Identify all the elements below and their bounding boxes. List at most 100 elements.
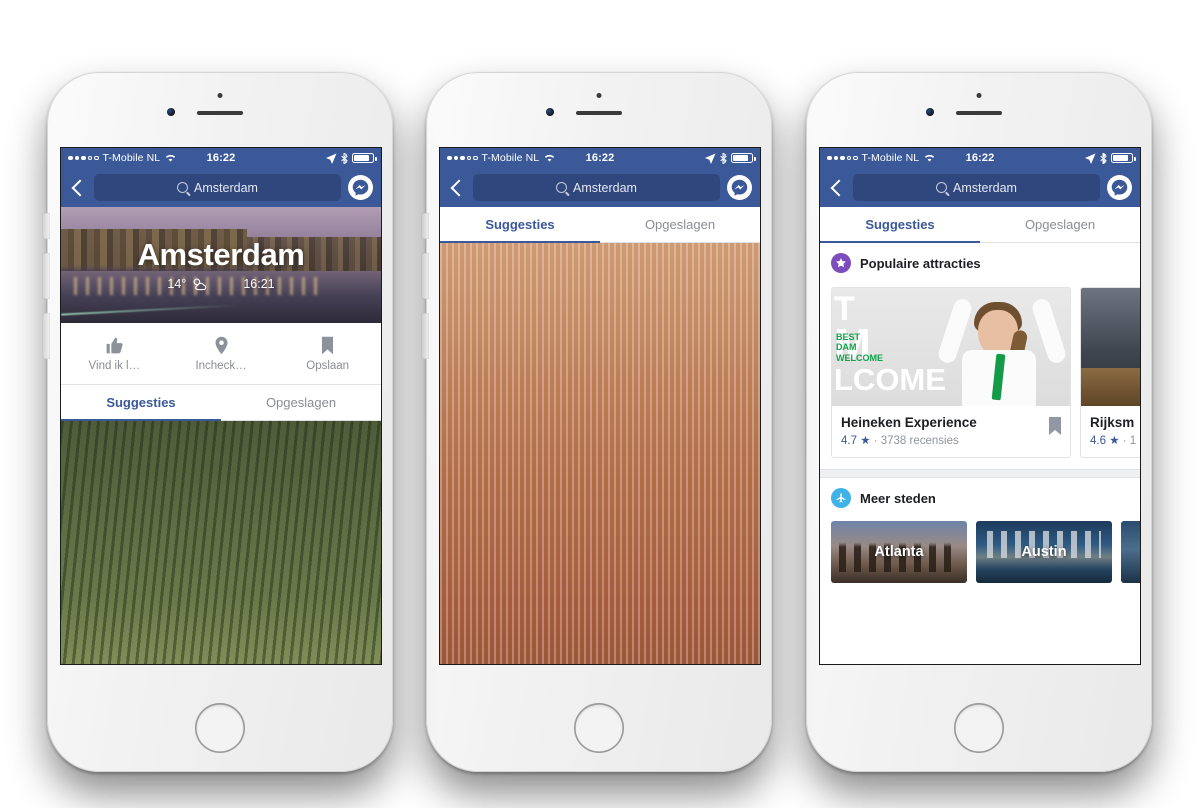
tab-opgeslagen[interactable]: Opgeslagen [221,385,381,420]
back-chevron-icon[interactable] [448,179,466,197]
status-bar-left: T-Mobile NL [447,152,556,164]
messenger-button[interactable] [348,175,373,200]
attraction-card-footer: Rijksm 4.6 ★ · 1 [1081,406,1140,457]
search-input[interactable]: Amsterdam [94,174,341,201]
tab-opgeslagen[interactable]: Opgeslagen [600,207,760,242]
poster-text-2: LCOME [834,362,946,397]
checkin-label: Incheck… [195,359,247,372]
content-area-1: Plaatsen waar je vrienden zijn geweest V… [61,421,381,664]
search-icon [177,182,189,193]
status-bar-left: T-Mobile NL [68,152,177,164]
save-label: Opslaan [306,359,350,372]
place-row[interactable]: Amsterdamse Bos Hotel/accommodatie [61,421,381,664]
attraction-card-footer: Heineken Experience 4.7 ★ · 3738 recensi… [832,406,1070,457]
status-bar-left: T-Mobile NL [827,152,936,164]
side-buttons[interactable] [421,213,429,373]
like-label: Vind ik l… [88,359,141,372]
wifi-icon [545,154,555,162]
city-card[interactable]: Atlanta [831,521,967,583]
temperature-label: 14° [167,277,187,291]
content-area-2: Amsterdamse Bos Hotel/accommodatie 4.4 ★… [440,243,760,664]
bluetooth-icon [341,152,348,164]
attraction-card[interactable]: TM BEST DAM WELCOME LCOME Heineken Exper… [831,287,1071,458]
action-buttons: Vind ik l… Incheck… Opslaan [61,323,381,385]
bluetooth-icon [720,152,727,164]
nav-bar: Amsterdam [61,168,381,207]
earpiece-speaker [197,111,243,115]
phone-screen-3: T-Mobile NL 16:22 Amsterdam Suggesties O… [819,147,1141,665]
messenger-icon [731,179,748,196]
clock-label: 16:22 [585,152,615,164]
section-divider [820,469,1140,478]
signal-strength-icon [68,155,99,161]
phone-screen-2: T-Mobile NL 16:22 Amsterdam Suggesties O… [439,147,761,665]
back-chevron-icon[interactable] [828,179,846,197]
messenger-button[interactable] [727,175,752,200]
home-button[interactable] [574,703,624,753]
bluetooth-icon [1100,152,1107,164]
battery-icon [1111,153,1136,163]
local-time-label: 16:21 [243,277,275,291]
search-icon [936,182,948,193]
city-weather-row: 14° 16:21 [61,277,381,291]
search-input[interactable]: Amsterdam [853,174,1100,201]
search-value: Amsterdam [573,180,637,195]
thumbs-up-icon [106,337,123,353]
nav-bar: Amsterdam [440,168,760,207]
attractions-header-label: Populaire attracties [860,255,981,271]
home-button[interactable] [195,703,245,753]
attraction-card[interactable]: G Rijksm 4.6 ★ · 1 [1080,287,1140,458]
tab-suggesties[interactable]: Suggesties [61,385,221,421]
attraction-name: Heineken Experience [841,415,977,430]
search-input[interactable]: Amsterdam [473,174,720,201]
attraction-cards: TM BEST DAM WELCOME LCOME Heineken Exper… [820,283,1140,469]
bookmark-icon[interactable] [1049,417,1061,435]
front-camera-dot-icon [596,93,602,98]
attraction-image: TM BEST DAM WELCOME LCOME [832,288,1070,406]
city-card[interactable] [1121,521,1140,583]
home-button[interactable] [954,703,1004,753]
location-arrow-icon [1085,153,1096,164]
messenger-button[interactable] [1107,175,1132,200]
tab-suggesties[interactable]: Suggesties [820,207,980,243]
content-tabs: Suggesties Opgeslagen [820,207,1140,243]
status-bar: T-Mobile NL 16:22 [440,148,760,168]
front-camera-dot-icon [976,93,982,98]
place-row[interactable]: Ada lunch & Restaurant [440,243,760,664]
tab-opgeslagen[interactable]: Opgeslagen [980,207,1140,242]
tab-suggesties[interactable]: Suggesties [440,207,600,243]
phone-screen-1: T-Mobile NL 16:22 Amsterdam Amsterdam 14… [60,147,382,665]
phone-device-2: T-Mobile NL 16:22 Amsterdam Suggesties O… [421,72,772,772]
content-tabs: Suggesties Opgeslagen [440,207,760,243]
city-cards: Atlanta Austin [820,518,1140,594]
cities-header-label: Meer steden [860,490,936,506]
front-camera-dot-icon [217,93,223,98]
save-button[interactable]: Opslaan [274,323,381,384]
attraction-name: Rijksm [1090,415,1135,430]
search-value: Amsterdam [194,180,258,195]
wifi-icon [925,154,935,162]
content-tabs: Suggesties Opgeslagen [61,385,381,421]
nav-bar: Amsterdam [820,168,1140,207]
phone-device-3: T-Mobile NL 16:22 Amsterdam Suggesties O… [806,72,1152,772]
carrier-label: T-Mobile NL [861,152,920,164]
partly-cloudy-icon [193,278,207,290]
status-bar-right [326,152,377,164]
checkin-button[interactable]: Incheck… [168,323,275,384]
person-illustration [936,296,1068,406]
battery-icon [352,153,377,163]
city-title: Amsterdam [137,237,305,272]
cities-header: Meer steden [820,478,1140,518]
status-bar: T-Mobile NL 16:22 [61,148,381,168]
wifi-icon [166,154,176,162]
status-bar: T-Mobile NL 16:22 [820,148,1140,168]
like-button[interactable]: Vind ik l… [61,323,168,384]
back-chevron-icon[interactable] [69,179,87,197]
city-card[interactable]: Austin [976,521,1112,583]
status-bar-right [1085,152,1136,164]
city-hero-image: Amsterdam 14° 16:21 [61,207,381,323]
city-name: Austin [1021,544,1067,560]
side-buttons[interactable] [42,213,50,373]
screenshot-stage: T-Mobile NL 16:22 Amsterdam Suggesties O… [0,0,1200,808]
battery-icon [731,153,756,163]
